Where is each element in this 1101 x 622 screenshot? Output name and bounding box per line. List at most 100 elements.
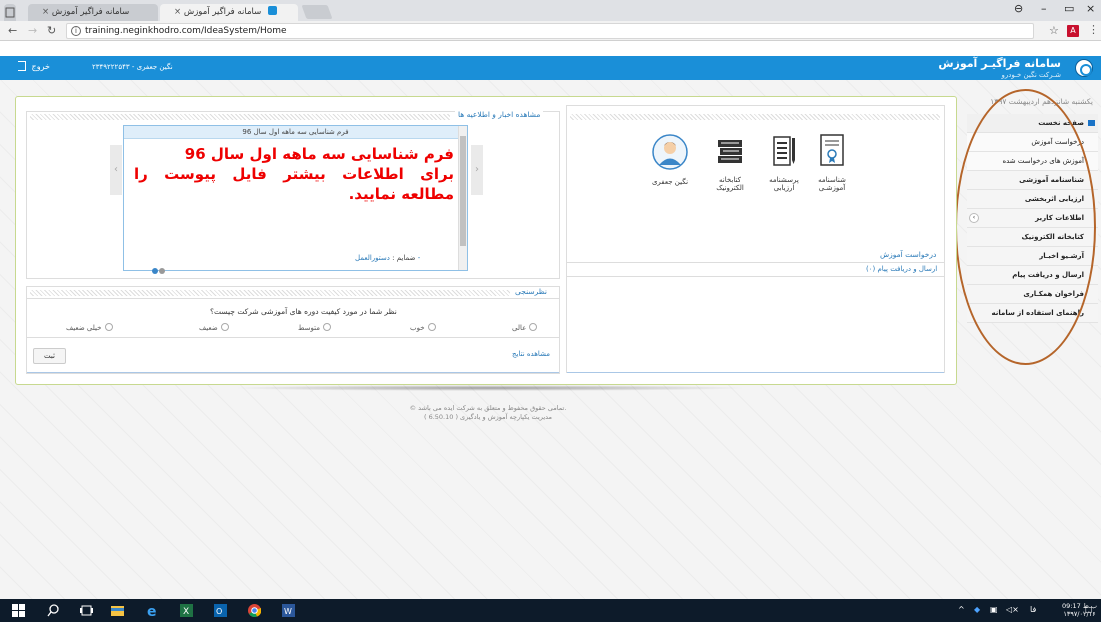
tab-2[interactable]: × سامانه فراگیر آموزش — [160, 4, 298, 21]
omnibox[interactable]: i — [66, 23, 1034, 39]
edge-icon[interactable]: e — [146, 604, 159, 617]
forward-icon[interactable]: → — [28, 24, 37, 37]
option-label: خیلی ضعیف — [66, 324, 102, 332]
option-label: خوب — [410, 324, 425, 332]
sidebar-item-effectiveness[interactable]: ارزیابی اثربخشی — [967, 190, 1098, 209]
radio-button[interactable] — [104, 323, 113, 331]
notifications-icon[interactable]: ▢ — [1085, 605, 1093, 614]
clipboard-icon — [773, 136, 795, 166]
menu-icon[interactable]: ⋮ — [1088, 23, 1099, 36]
slide-scrollbar[interactable] — [458, 126, 467, 270]
sidebar-item-label: اطلاعات کاربر — [1035, 214, 1084, 222]
logout-button[interactable]: خروج — [18, 61, 50, 71]
poll-title: نظرسنجی — [512, 287, 551, 296]
browser-tabbar: × سامانه فراگیر آموزش × سامانه فراگیر آم… — [0, 0, 1101, 21]
poll-option-average[interactable]: متوسط — [298, 323, 331, 332]
task-view-icon[interactable] — [80, 604, 93, 617]
tab-label: سامانه فراگیر آموزش — [51, 7, 130, 17]
profile-icon[interactable] — [4, 4, 16, 21]
brand-subtitle: شـرکت نگین خـودرو — [1001, 71, 1061, 79]
carousel-dots — [152, 267, 166, 276]
slide-headline: فرم شناسایی سه ماهه اول سال 96 — [184, 145, 454, 163]
url-input[interactable] — [85, 25, 985, 37]
radio-button[interactable] — [323, 323, 331, 331]
sidebar-item-label: ارزیابی اثربخشی — [1024, 195, 1084, 203]
excel-icon[interactable]: X — [180, 604, 193, 617]
poll-option-very-weak[interactable]: خیلی ضعیف — [66, 323, 113, 332]
copyright-line: © تمامی حقوق محفوظ و متعلق به شرکت ایده … — [409, 404, 567, 412]
account-icon[interactable]: ⊖ — [1014, 2, 1023, 15]
volume-icon[interactable]: ◁× — [1006, 605, 1019, 614]
attachments: ضمایم : دستورالعمل - — [355, 254, 420, 262]
svg-text:e: e — [147, 604, 157, 617]
scrollbar-thumb[interactable] — [460, 136, 466, 246]
logo-icon[interactable] — [1075, 59, 1093, 77]
search-icon[interactable] — [47, 604, 60, 617]
radio-button[interactable] — [427, 323, 436, 331]
brand: سامانه فراگیـر آموزش شـرکت نگین خـودرو — [938, 57, 1061, 80]
sidebar-item-requested-trainings[interactable]: آموزش های درخواست شده — [967, 152, 1098, 171]
new-tab-button[interactable] — [301, 5, 333, 19]
restore-button[interactable]: ▭ — [1064, 2, 1074, 15]
sidebar-item-collaboration[interactable]: فراخوان همکـاری — [967, 285, 1098, 304]
poll-question: نظر شما در مورد کیفیت دوره های آموزشی شر… — [210, 307, 397, 316]
bookmark-star-icon[interactable]: ☆ — [1049, 24, 1059, 37]
sidebar-item-label: صفحه نخست — [1038, 119, 1084, 127]
language-indicator[interactable]: فا — [1030, 605, 1036, 614]
sidebar-item-label: فراخوان همکـاری — [1023, 290, 1084, 298]
poll-option-weak[interactable]: ضعیف — [199, 323, 229, 332]
library-shortcut[interactable]: کتابخانه الکترونیک — [706, 134, 754, 192]
pdf-extension-icon[interactable]: A — [1067, 25, 1079, 37]
close-icon[interactable]: × — [42, 7, 49, 17]
reload-icon[interactable]: ↻ — [47, 24, 56, 37]
questionnaire-shortcut[interactable]: پرسشنامه ارزیابی — [760, 134, 808, 192]
carousel-dot[interactable] — [159, 268, 165, 274]
sidebar-item-messages[interactable]: ارسال و دریافت پیام — [967, 266, 1098, 285]
sidebar-item-home[interactable]: صفحه نخست — [967, 114, 1098, 133]
slide-title: فرم شناسایی سه ماهه اول سال 96 — [124, 126, 467, 139]
close-icon[interactable]: × — [174, 7, 181, 17]
sidebar-item-news-archive[interactable]: آرشـیو اخبـار — [967, 247, 1098, 266]
word-icon[interactable]: W — [282, 604, 295, 617]
carousel-dot[interactable] — [152, 268, 158, 274]
windows-start-icon[interactable] — [12, 604, 25, 617]
version-line: مدیریت یکپارچه آموزش و یادگیری ( 6.50.10… — [423, 413, 553, 421]
radio-button[interactable] — [220, 323, 229, 331]
carousel-next-button[interactable]: › — [471, 145, 483, 195]
close-window-button[interactable]: × — [1086, 2, 1095, 15]
user-info: نگین جعفری - ۲۳۴۹۲۲۲۵۴۳ — [92, 63, 173, 71]
poll-submit-button[interactable]: ثبت — [33, 348, 66, 364]
panel-header-hatch — [30, 290, 510, 296]
sidebar-item-training-request[interactable]: درخواست آموزش — [967, 133, 1098, 152]
training-record-shortcut[interactable]: شناسنامه آموزشـی — [808, 134, 856, 192]
messages-link[interactable]: ارسال و دریافت پیام (۰) — [866, 265, 937, 273]
minimize-button[interactable]: – — [1041, 2, 1047, 15]
svg-text:O: O — [216, 607, 222, 616]
profile-shortcut[interactable]: نگین جعفری — [646, 134, 694, 186]
sidebar-item-training-record[interactable]: شناسنامه آموزشی — [967, 171, 1098, 190]
info-icon[interactable]: i — [71, 26, 81, 36]
tab-1[interactable]: × سامانه فراگیر آموزش — [28, 4, 158, 21]
option-label: عالی — [512, 324, 527, 332]
slide-body: فرم شناسایی سه ماهه اول سال 96 برای اطلا… — [134, 144, 454, 204]
tray-chevron-icon[interactable]: ^ — [958, 605, 965, 614]
poll-option-excellent[interactable]: عالی — [512, 323, 538, 332]
defender-icon[interactable]: ◆ — [974, 605, 980, 614]
back-icon[interactable]: ← — [8, 24, 17, 37]
network-icon[interactable]: ▣ — [990, 605, 998, 614]
divider — [567, 372, 944, 373]
divider — [27, 372, 559, 373]
avatar-icon — [652, 134, 688, 170]
outlook-icon[interactable]: O — [214, 604, 227, 617]
poll-option-good[interactable]: خوب — [410, 323, 436, 332]
radio-button[interactable] — [529, 323, 538, 331]
file-explorer-icon[interactable] — [111, 604, 124, 617]
carousel-prev-button[interactable]: ‹ — [110, 145, 122, 195]
chrome-icon[interactable] — [248, 604, 261, 617]
sidebar-item-help[interactable]: راهنمای استفاده از سامانه — [967, 304, 1098, 323]
poll-results-link[interactable]: مشاهده نتایج — [512, 350, 550, 358]
sidebar-item-library[interactable]: کتابخانه الکترونیک — [967, 228, 1098, 247]
sidebar-item-user-info[interactable]: ‹ اطلاعات کاربر — [967, 209, 1098, 228]
training-request-link[interactable]: درخواست آموزش — [880, 250, 936, 259]
option-label: ضعیف — [199, 324, 218, 332]
